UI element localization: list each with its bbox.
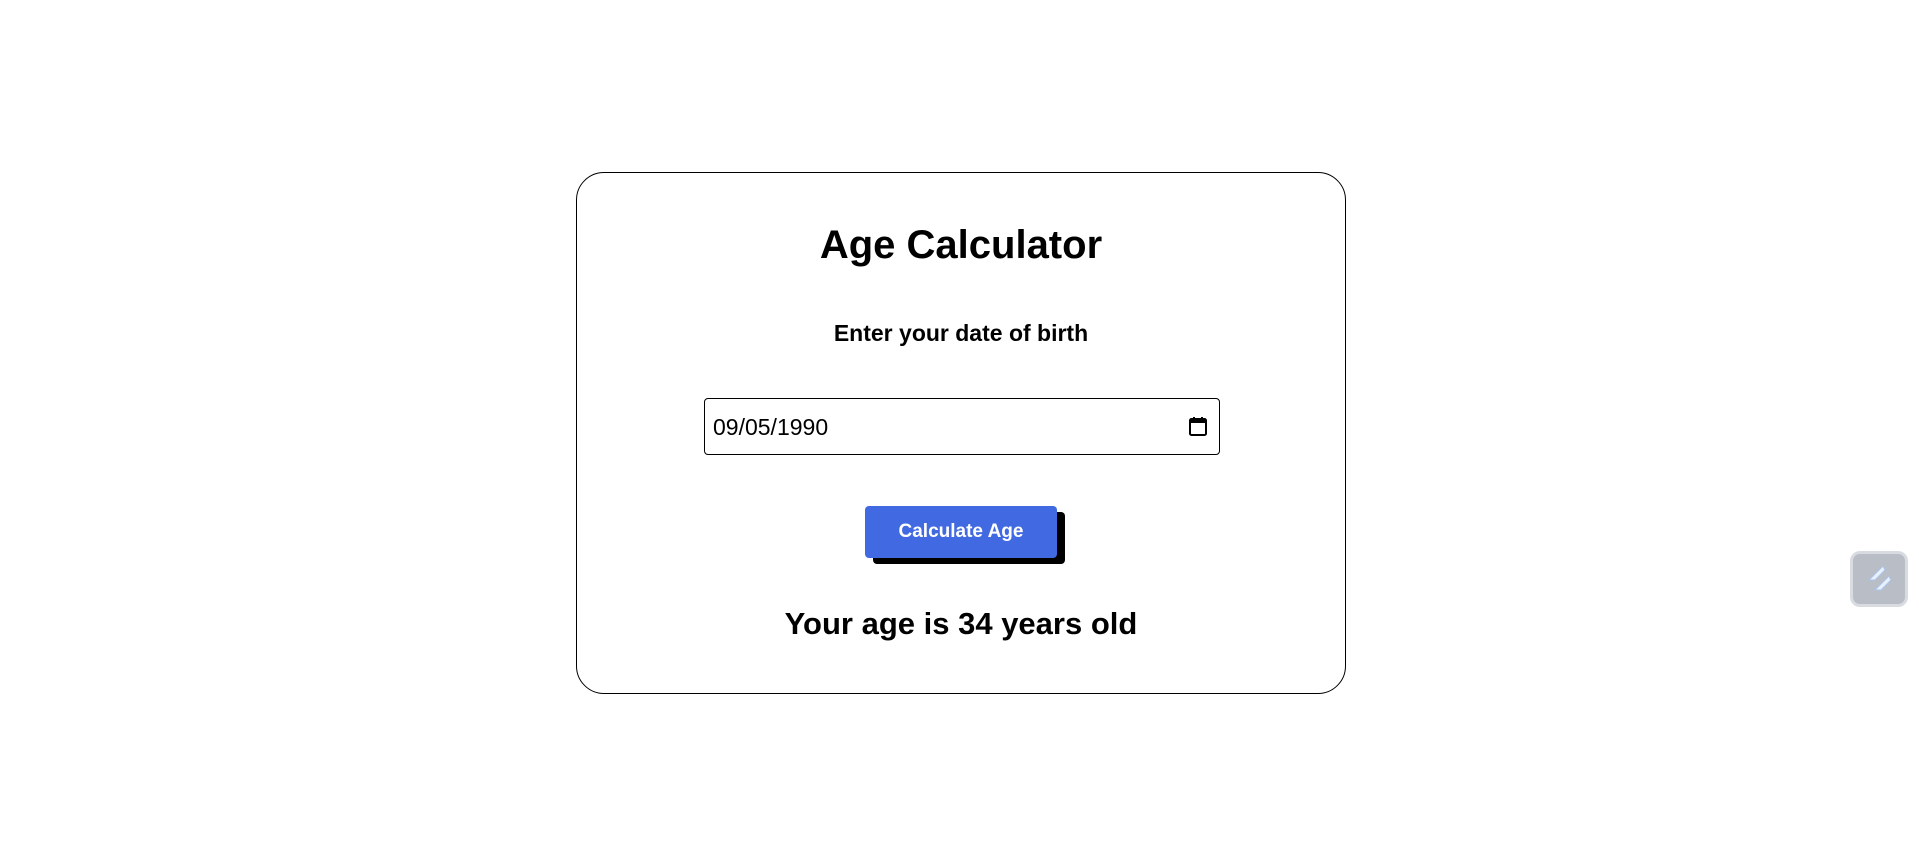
age-calculator-card: Age Calculator Enter your date of birth … xyxy=(576,172,1346,694)
age-result: Your age is 34 years old xyxy=(784,606,1138,641)
page-title: Age Calculator xyxy=(819,223,1103,267)
extension-widget[interactable] xyxy=(1850,551,1908,607)
extension-icon xyxy=(1867,565,1892,591)
page: Age Calculator Enter your date of birth … xyxy=(0,0,1919,867)
date-value[interactable]: 09/05/1990 xyxy=(713,414,828,440)
date-of-birth-label: Enter your date of birth xyxy=(833,320,1089,346)
calendar-icon[interactable] xyxy=(1187,416,1209,438)
calculate-age-button[interactable]: Calculate Age xyxy=(865,506,1057,558)
date-of-birth-input[interactable]: 09/05/1990 xyxy=(704,398,1220,455)
